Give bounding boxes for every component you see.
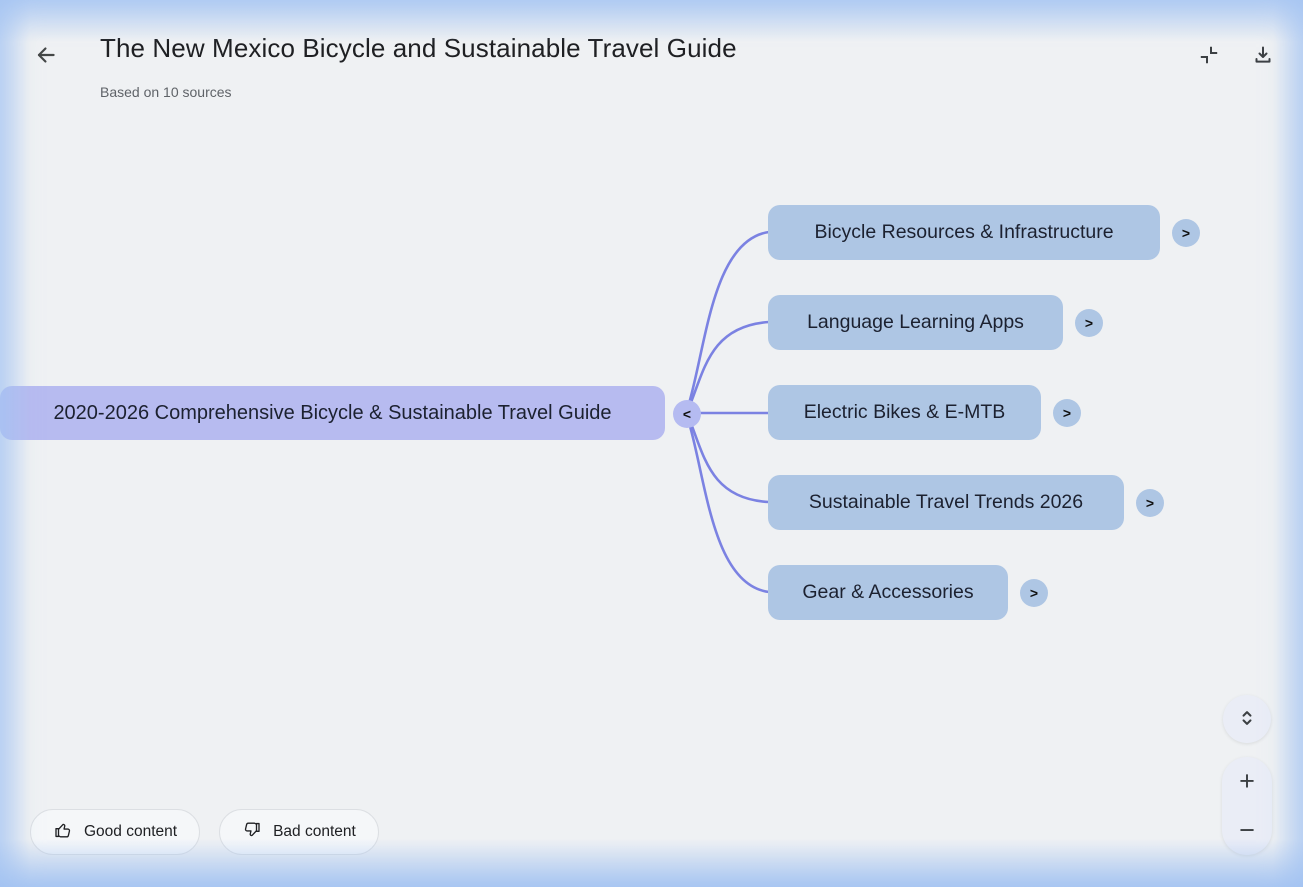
page-title: The New Mexico Bicycle and Sustainable T… xyxy=(100,33,737,64)
zoom-out-button[interactable]: − xyxy=(1222,806,1272,855)
download-button[interactable] xyxy=(1249,42,1277,70)
node-label: Gear & Accessories xyxy=(802,581,973,604)
collapse-nodes-button[interactable] xyxy=(1195,42,1223,70)
root-node-label: 2020-2026 Comprehensive Bicycle & Sustai… xyxy=(53,402,611,425)
map-controls: + − xyxy=(1222,695,1272,855)
expand-button-travel-trends[interactable]: > xyxy=(1136,489,1164,517)
back-button[interactable] xyxy=(28,38,64,74)
mindmap-canvas[interactable]: 2020-2026 Comprehensive Bicycle & Sustai… xyxy=(0,0,1303,887)
unfold-more-icon xyxy=(1236,707,1258,732)
connector-lines xyxy=(0,0,1303,887)
thumb-down-icon xyxy=(242,820,262,845)
good-content-button[interactable]: Good content xyxy=(30,809,200,855)
mindmap-node-gear-accessories[interactable]: Gear & Accessories xyxy=(768,565,1008,620)
thumb-up-icon xyxy=(53,820,73,845)
header-actions xyxy=(1195,42,1277,70)
good-content-label: Good content xyxy=(84,823,177,841)
expand-button-gear-accessories[interactable]: > xyxy=(1020,579,1048,607)
expand-button-language-apps[interactable]: > xyxy=(1075,309,1103,337)
node-label: Bicycle Resources & Infrastructure xyxy=(814,221,1113,244)
mindmap-node-travel-trends[interactable]: Sustainable Travel Trends 2026 xyxy=(768,475,1124,530)
zoom-in-button[interactable]: + xyxy=(1222,757,1272,806)
mindmap-node-bicycle-resources[interactable]: Bicycle Resources & Infrastructure xyxy=(768,205,1160,260)
mindmap-node-language-apps[interactable]: Language Learning Apps xyxy=(768,295,1063,350)
download-icon xyxy=(1251,43,1275,70)
collapse-content-icon xyxy=(1197,43,1221,70)
node-label: Sustainable Travel Trends 2026 xyxy=(809,491,1083,514)
expand-button-electric-bikes[interactable]: > xyxy=(1053,399,1081,427)
arrow-left-icon xyxy=(33,42,59,71)
bad-content-button[interactable]: Bad content xyxy=(219,809,379,855)
mindmap-node-electric-bikes[interactable]: Electric Bikes & E-MTB xyxy=(768,385,1041,440)
feedback-bar: Good content Bad content xyxy=(30,809,379,855)
bad-content-label: Bad content xyxy=(273,823,356,841)
sources-count-label: Based on 10 sources xyxy=(100,84,232,100)
node-label: Language Learning Apps xyxy=(807,311,1024,334)
zoom-control: + − xyxy=(1222,757,1272,855)
expand-collapse-all-button[interactable] xyxy=(1223,695,1271,743)
mindmap-root-node[interactable]: 2020-2026 Comprehensive Bicycle & Sustai… xyxy=(0,386,665,440)
root-collapse-button[interactable]: < xyxy=(673,400,701,428)
expand-button-bicycle-resources[interactable]: > xyxy=(1172,219,1200,247)
node-label: Electric Bikes & E-MTB xyxy=(804,401,1006,424)
